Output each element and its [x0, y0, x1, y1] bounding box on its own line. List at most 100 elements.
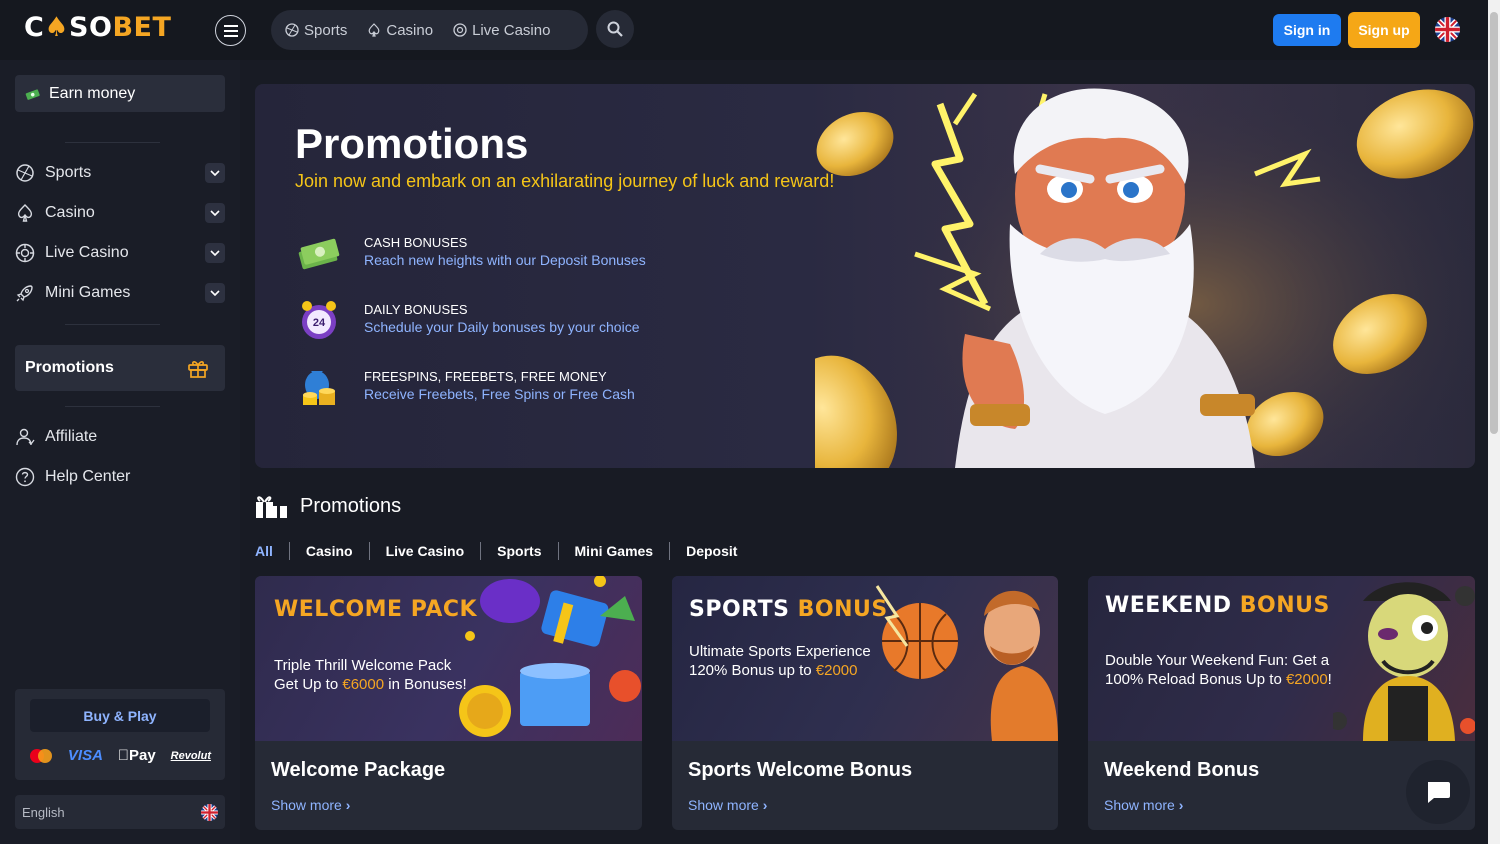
card-line1: Ultimate Sports Experience: [689, 643, 871, 660]
help-icon: [15, 467, 35, 487]
casobet-logo[interactable]: C♠SOBET: [24, 12, 171, 43]
sidebar-item-label: Promotions: [25, 359, 114, 376]
spade-icon: ♠: [44, 12, 70, 43]
welcome-gifts-art: [459, 576, 641, 737]
rocket-icon: [16, 285, 33, 302]
tab-sports[interactable]: Sports: [480, 542, 557, 560]
logo-letter: C: [24, 12, 45, 43]
sidebar-item-casino[interactable]: Casino: [15, 199, 225, 227]
card-headline-b: PACK: [410, 597, 478, 622]
sidebar-item-affiliate[interactable]: Affiliate: [15, 423, 225, 451]
uk-flag-icon[interactable]: [1435, 17, 1460, 42]
earn-money-button[interactable]: Earn money: [15, 75, 225, 112]
language-select[interactable]: English: [15, 795, 225, 829]
chevron-down-icon[interactable]: [205, 203, 225, 223]
sidebar-item-label: Help Center: [45, 468, 131, 485]
zeus-illustration: [815, 84, 1475, 468]
menu-icon: [223, 24, 238, 37]
card-headline: WELCOME PACK: [274, 597, 477, 622]
divider: [65, 406, 160, 407]
chevron-right-icon: ›: [345, 797, 351, 813]
section-header: Promotions: [255, 492, 401, 520]
show-more-link[interactable]: Show more ›: [271, 797, 350, 813]
tab-live-casino[interactable]: Live Casino: [368, 542, 481, 560]
chip-icon: [15, 243, 35, 263]
card-line1: Triple Thrill Welcome Pack: [274, 657, 452, 674]
card-amount: €2000: [1285, 671, 1328, 688]
feature-title: DAILY BONUSES: [364, 302, 468, 317]
revolut-logo: Revolut: [170, 749, 211, 762]
sign-in-button[interactable]: Sign in: [1273, 14, 1341, 46]
promo-filter-tabs: All Casino Live Casino Sports Mini Games…: [255, 541, 753, 561]
spade-outline-icon: [368, 23, 380, 37]
tab-deposit[interactable]: Deposit: [669, 542, 753, 560]
buy-play-panel: Buy & Play VISA Pay Revolut: [15, 689, 225, 780]
spade-outline-icon: [17, 204, 33, 222]
tab-mini-games[interactable]: Mini Games: [557, 542, 670, 560]
nav-live-casino[interactable]: Live Casino: [453, 22, 550, 39]
feature-title: CASH BONUSES: [364, 235, 468, 250]
card-line2: 120% Bonus up to €2000: [689, 661, 871, 680]
feature-cash-bonuses: CASH BONUSES Reach new heights with our …: [295, 229, 715, 279]
promo-card-image: WELCOME PACK Triple Thrill Welcome Pack …: [255, 576, 642, 741]
sign-up-button[interactable]: Sign up: [1348, 12, 1420, 48]
gifts-icon: [256, 496, 287, 518]
promo-card-welcome[interactable]: WELCOME PACK Triple Thrill Welcome Pack …: [255, 576, 642, 830]
tab-all[interactable]: All: [255, 542, 289, 560]
chip-icon: [453, 23, 467, 37]
feature-desc: Reach new heights with our Deposit Bonus…: [364, 252, 646, 268]
nav-casino-label: Casino: [386, 21, 434, 39]
tab-casino[interactable]: Casino: [288, 542, 369, 560]
card-line1: Double Your Weekend Fun: Get a: [1105, 652, 1330, 669]
search-button[interactable]: [596, 10, 634, 48]
alarm-clock-icon: 24: [302, 301, 336, 339]
sidebar-item-sports[interactable]: Sports: [15, 159, 225, 187]
card-line2-c: in Bonuses!: [384, 676, 467, 693]
show-more-link[interactable]: Show more ›: [1104, 797, 1183, 813]
chevron-right-icon: ›: [762, 797, 768, 813]
card-line2: 100% Reload Bonus Up to €2000!: [1105, 670, 1332, 689]
card-line2-a: Get Up to: [274, 676, 343, 693]
card-headline-b: BONUS: [797, 597, 888, 622]
sidebar: Earn money Sports Casino Live Casino Min…: [0, 60, 240, 844]
sidebar-item-live-casino[interactable]: Live Casino: [15, 239, 225, 267]
sidebar-item-mini-games[interactable]: Mini Games: [15, 279, 225, 307]
card-headline-a: WEEKEND: [1105, 593, 1232, 618]
show-more-link[interactable]: Show more ›: [688, 797, 767, 813]
card-headline-a: WELCOME: [274, 597, 403, 622]
chevron-down-icon[interactable]: [205, 163, 225, 183]
chevron-down-icon[interactable]: [205, 283, 225, 303]
user-group-icon: [16, 428, 35, 446]
scrollbar-thumb[interactable]: [1490, 12, 1498, 434]
top-nav: Sports Casino Live Casino: [271, 10, 588, 50]
top-header: C♠SOBET Sports Casino Live Casino Sign i…: [0, 0, 1488, 60]
money-icon: [25, 88, 40, 100]
promo-card-sports[interactable]: SPORTS BONUS Ultimate Sports Experience …: [672, 576, 1058, 830]
chat-button[interactable]: [1406, 760, 1470, 824]
card-amount: €2000: [815, 662, 858, 679]
promotions-hero-banner: Promotions Join now and embark on an exh…: [255, 84, 1475, 468]
payment-logos: VISA Pay Revolut: [29, 747, 211, 764]
cash-stack-icon: [298, 238, 340, 270]
nav-casino[interactable]: Casino: [367, 22, 433, 39]
chevron-down-icon[interactable]: [205, 243, 225, 263]
section-title: Promotions: [300, 494, 402, 517]
nav-live-casino-label: Live Casino: [472, 21, 551, 39]
search-icon: [607, 21, 623, 37]
page-scrollbar[interactable]: [1488, 0, 1500, 844]
sidebar-item-help-center[interactable]: Help Center: [15, 463, 225, 491]
divider: [65, 324, 160, 325]
sidebar-item-promotions[interactable]: Promotions: [15, 345, 225, 391]
buy-play-button[interactable]: Buy & Play: [30, 699, 210, 732]
hamburger-menu-button[interactable]: [215, 15, 246, 46]
card-headline: WEEKEND BONUS: [1105, 593, 1330, 618]
card-line2-a: 120% Bonus up to: [689, 662, 816, 679]
feature-title: FREESPINS, FREEBETS, FREE MONEY: [364, 369, 607, 384]
gift-icon: [188, 361, 208, 378]
show-more-label: Show more: [688, 797, 759, 813]
card-title: Welcome Package: [271, 759, 446, 781]
chevron-right-icon: ›: [1178, 797, 1184, 813]
nav-sports[interactable]: Sports: [285, 22, 347, 39]
uk-flag-icon: [201, 804, 218, 821]
chat-bubble-icon: [1428, 782, 1450, 803]
